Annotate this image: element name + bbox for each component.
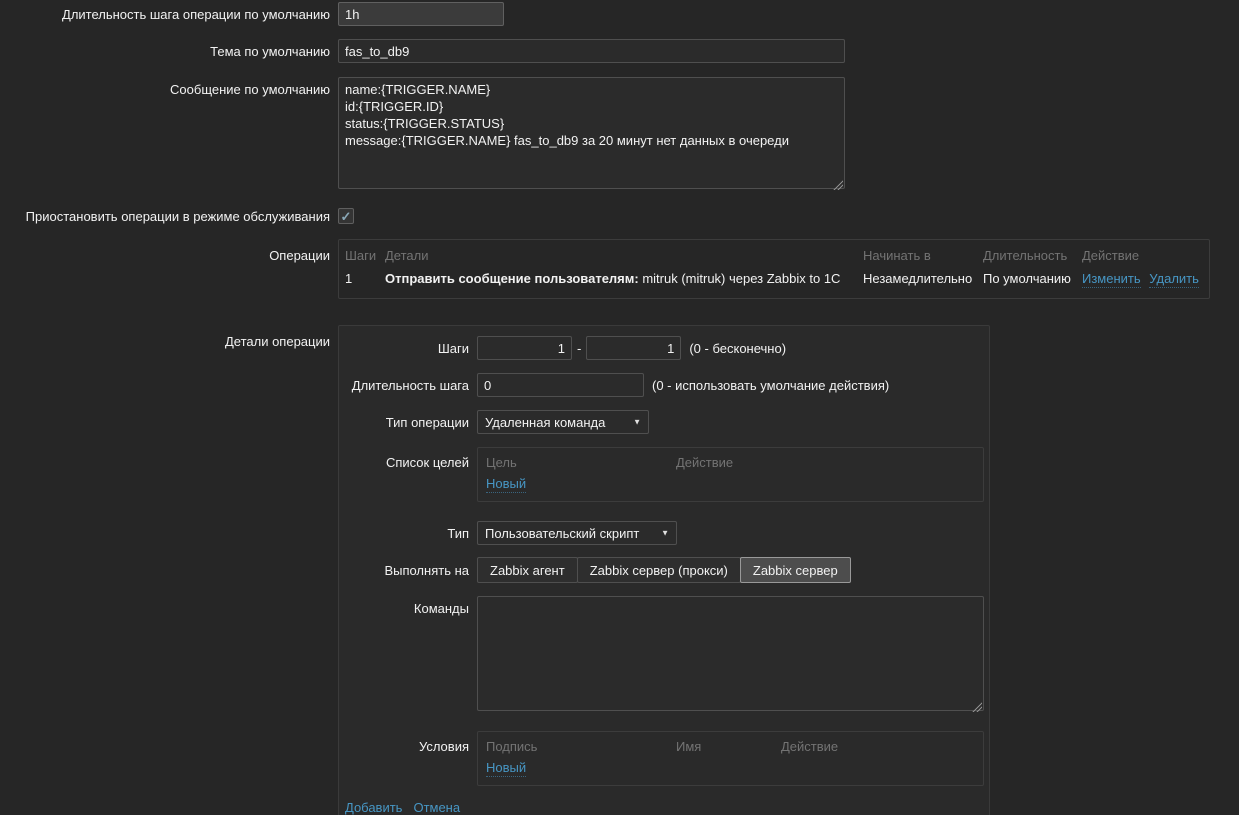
operations-table: Шаги Детали Начинать в Длительность Дейс… <box>339 242 1209 292</box>
row-target-list: Список целей Цель Действие Новый <box>339 447 989 502</box>
operation-details-cell: Отправить сообщение пользователям: mitru… <box>379 267 857 292</box>
row-step-duration: Длительность шага (0 - использовать умол… <box>339 373 989 397</box>
operation-edit-link[interactable]: Изменить <box>1082 271 1141 288</box>
row-default-subject: Тема по умолчанию <box>0 39 1239 63</box>
operation-step-cell: 1 <box>345 271 353 286</box>
checkmark-icon: ✓ <box>340 208 352 224</box>
execute-on-option-server-proxy[interactable]: Zabbix сервер (прокси) <box>576 557 741 583</box>
default-message-textarea[interactable]: name:{TRIGGER.NAME} id:{TRIGGER.ID} stat… <box>338 77 845 189</box>
default-subject-field-wrap <box>338 39 845 63</box>
operations-header-row: Шаги Детали Начинать в Длительность Дейс… <box>339 242 1209 267</box>
target-list-new-link[interactable]: Новый <box>486 476 527 493</box>
target-list-col-target: Цель <box>486 455 517 470</box>
default-message-label: Сообщение по умолчанию <box>170 82 330 97</box>
type-select[interactable]: Пользовательский скрипт ▼ <box>477 521 677 545</box>
operation-duration-cell: По умолчанию <box>983 271 1071 286</box>
row-default-step-duration: Длительность шага операции по умолчанию <box>0 2 1239 26</box>
steps-to-input[interactable] <box>586 336 682 360</box>
operation-type-select[interactable]: Удаленная команда ▼ <box>477 410 649 434</box>
chevron-down-icon: ▼ <box>633 417 641 427</box>
chevron-down-icon: ▼ <box>661 528 669 538</box>
step-duration-label: Длительность шага <box>351 377 469 393</box>
target-list-header: Цель Действие <box>478 453 983 476</box>
operations-label: Операции <box>269 248 330 263</box>
steps-hint: (0 - бесконечно) <box>689 340 787 356</box>
col-action: Действие <box>1082 248 1140 263</box>
cancel-button[interactable]: Отмена <box>413 800 460 815</box>
step-duration-input[interactable] <box>477 373 644 397</box>
default-subject-input[interactable] <box>338 39 845 63</box>
default-message-field-wrap: name:{TRIGGER.NAME} id:{TRIGGER.ID} stat… <box>338 77 845 192</box>
col-details: Детали <box>385 248 429 263</box>
conditions-body: Новый <box>478 760 983 779</box>
execute-on-label: Выполнять на <box>384 562 469 578</box>
step-duration-field-wrap: (0 - использовать умолчание действия) <box>477 373 889 397</box>
conditions-box: Подпись Имя Действие Новый <box>477 731 984 786</box>
conditions-col-action: Действие <box>781 739 839 754</box>
row-pause-maintenance: Приостановить операции в режиме обслужив… <box>0 208 1239 224</box>
pause-maintenance-label: Приостановить операции в режиме обслужив… <box>25 208 330 224</box>
steps-from-input[interactable] <box>477 336 572 360</box>
row-operations: Операции Шаги Детали Начинать в Длительн… <box>0 239 1239 299</box>
pause-maintenance-checkbox[interactable]: ✓ <box>338 208 354 224</box>
row-operation-type: Тип операции Удаленная команда ▼ <box>339 410 989 434</box>
operation-type-field-wrap: Удаленная команда ▼ <box>477 410 649 434</box>
commands-textarea[interactable] <box>477 596 984 711</box>
steps-separator: - <box>577 340 582 356</box>
row-execute-on: Выполнять на Zabbix агент Zabbix сервер … <box>339 557 989 583</box>
col-duration: Длительность <box>983 248 1068 263</box>
row-operation-details: Детали операции Шаги - (0 - бесконечно) … <box>0 325 1239 815</box>
step-duration-hint: (0 - использовать умолчание действия) <box>652 377 890 393</box>
target-list-box: Цель Действие Новый <box>477 447 984 502</box>
steps-field-wrap: - (0 - бесконечно) <box>477 336 786 360</box>
col-steps: Шаги <box>345 248 377 263</box>
operation-details-rest: mitruk (mitruk) через Zabbix to 1C <box>638 271 841 286</box>
pause-maintenance-field-wrap: ✓ <box>338 208 354 224</box>
commands-field-wrap <box>477 596 984 714</box>
target-list-label: Список целей <box>385 455 469 470</box>
operation-details-bold: Отправить сообщение пользователям: <box>385 271 639 286</box>
operation-type-value: Удаленная команда <box>485 414 606 430</box>
conditions-new-link[interactable]: Новый <box>486 760 527 777</box>
type-value: Пользовательский скрипт <box>485 525 640 541</box>
default-step-duration-label: Длительность шага операции по умолчанию <box>62 6 330 22</box>
commands-label: Команды <box>413 601 469 616</box>
row-default-message: Сообщение по умолчанию name:{TRIGGER.NAM… <box>0 77 1239 192</box>
default-step-duration-input[interactable] <box>338 2 504 26</box>
default-step-duration-field-wrap <box>338 2 504 26</box>
operation-details-panel: Шаги - (0 - бесконечно) Длительность шаг… <box>338 325 990 815</box>
conditions-col-name: Имя <box>676 739 702 754</box>
type-label: Тип <box>447 525 469 541</box>
operation-type-label: Тип операции <box>385 414 469 430</box>
panel-footer: Добавить Отмена <box>345 800 989 815</box>
execute-on-segmented: Zabbix агент Zabbix сервер (прокси) Zabb… <box>477 557 851 583</box>
operation-actions-cell: Изменить Удалить <box>1076 267 1209 292</box>
col-start-in: Начинать в <box>863 248 931 263</box>
conditions-col-label: Подпись <box>486 739 538 754</box>
operation-row: 1 Отправить сообщение пользователям: mit… <box>339 267 1209 292</box>
type-field-wrap: Пользовательский скрипт ▼ <box>477 521 677 545</box>
conditions-header: Подпись Имя Действие <box>478 737 983 760</box>
operations-table-box: Шаги Детали Начинать в Длительность Дейс… <box>338 239 1210 299</box>
execute-on-option-agent[interactable]: Zabbix агент <box>477 557 578 583</box>
row-commands: Команды <box>339 596 989 714</box>
row-type: Тип Пользовательский скрипт ▼ <box>339 521 989 545</box>
conditions-label: Условия <box>418 739 469 754</box>
operation-delete-link[interactable]: Удалить <box>1149 271 1199 288</box>
target-list-body: Новый <box>478 476 983 495</box>
add-button[interactable]: Добавить <box>345 800 402 815</box>
default-subject-label: Тема по умолчанию <box>210 43 330 59</box>
operation-start-in-cell: Незамедлительно <box>863 271 973 286</box>
steps-label: Шаги <box>437 340 469 356</box>
operation-details-label: Детали операции <box>224 334 330 349</box>
action-operation-form: Длительность шага операции по умолчанию … <box>0 0 1239 815</box>
row-conditions: Условия Подпись Имя Действие Новый <box>339 731 989 786</box>
target-list-col-action: Действие <box>676 455 734 470</box>
row-steps: Шаги - (0 - бесконечно) <box>339 336 989 360</box>
execute-on-option-server[interactable]: Zabbix сервер <box>739 557 851 583</box>
